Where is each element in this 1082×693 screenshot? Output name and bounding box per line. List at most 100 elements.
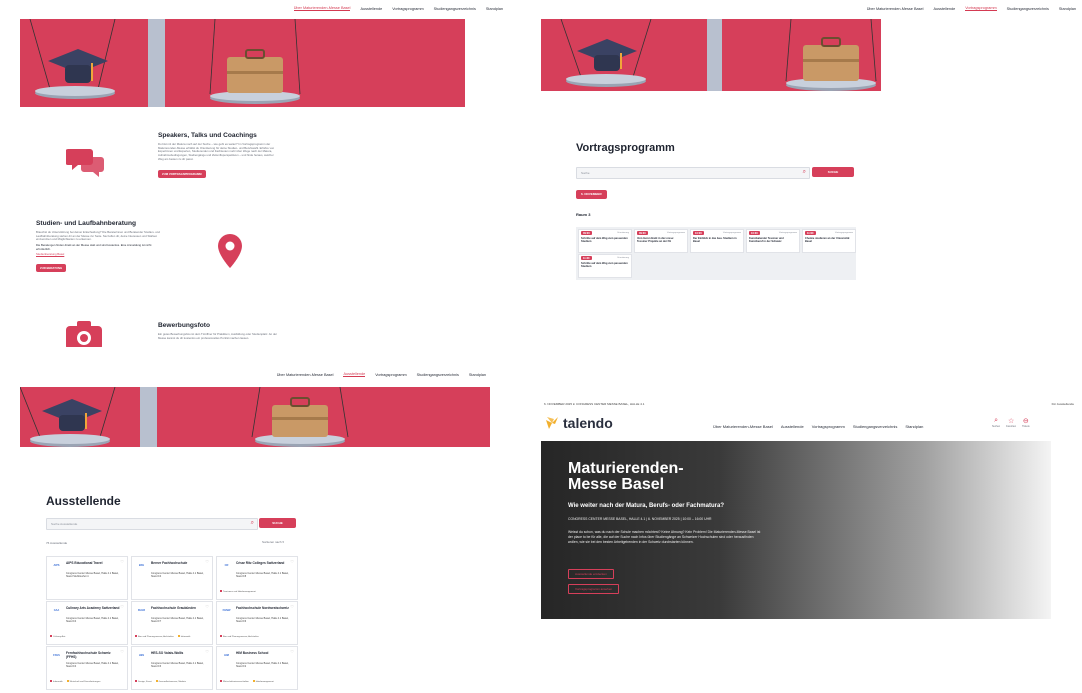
talk-card[interactable]: 09:00 Orientierung Schritte auf dem Weg zu… <box>578 229 632 253</box>
exhibitor-card[interactable]: ♡ AIPS AIPS Educational Travel Congress Cen… <box>46 556 128 600</box>
exhibitor-card[interactable]: ♡ HES HES-SO Valais-Wallis Congress Center … <box>131 646 213 690</box>
nav-item-about[interactable]: Über Maturierenden-Messe Basel <box>277 373 334 377</box>
exhibitor-card[interactable]: ♡ FFHS Fernfachhochschule Schweiz (FFHS) Co… <box>46 646 128 690</box>
talk-card[interactable]: 10:00 Vortragsprogramm Der Einblick in das… <box>690 229 744 253</box>
nav-item-about[interactable]: Über Maturierenden-Messe Basel <box>293 6 351 11</box>
talk-title: Schritte auf dem Weg zum passenden Studi… <box>581 262 628 269</box>
exhibitor-logo: FFHS <box>53 654 60 657</box>
nav-item-floorplan[interactable]: Standplan <box>469 373 486 377</box>
talk-time-badge: 09:00 <box>581 231 592 235</box>
exhibitor-address: Congress Center Messe Basel, Halle 4.1 B… <box>66 572 119 579</box>
nav-item-directory[interactable]: Studiengangsverzeichnis <box>417 373 459 377</box>
beratung-link[interactable]: Studienberatung Basel <box>36 252 160 256</box>
balance-scale-illustration <box>20 387 349 447</box>
talk-card[interactable]: 09:30 Vortragsprogramm Vom Geist direkt in… <box>634 229 688 253</box>
tickets-action[interactable]: ⊖ Tickets <box>1022 417 1029 428</box>
search-input[interactable]: Suche ⌕ <box>576 167 810 179</box>
exhibitor-link[interactable]: Für Ausstellende <box>1052 402 1074 406</box>
nav-item-floorplan[interactable]: Standplan <box>486 7 503 11</box>
talendo-logo[interactable]: talendo <box>545 415 613 431</box>
exhibitor-tag: Hotelmanagement <box>252 680 274 683</box>
search-placeholder: Suche <box>581 171 590 175</box>
favorite-heart-icon[interactable]: ♡ <box>120 559 124 564</box>
exhibitor-name: HES-SO Valais-Wallis <box>151 651 184 655</box>
exhibitor-card[interactable]: ♡ CR César Ritz Colleges Switzerland Congre… <box>216 556 298 600</box>
favorite-heart-icon[interactable]: ♡ <box>290 604 294 609</box>
favorites-action[interactable]: ☆ Favoriten <box>1006 417 1016 428</box>
nav-item-program[interactable]: Vortragsprogramm <box>812 424 845 429</box>
tickets-action-label: Tickets <box>1022 425 1030 428</box>
exhibitor-tag: Informatik <box>50 680 63 683</box>
exhibitor-card[interactable]: ♡ HIM HIM Business School Congress Center M… <box>216 646 298 690</box>
beratung-note: Die Beratungen finden direkt an der Mess… <box>36 243 152 251</box>
foto-text: Ein gutes Bewerbungsfoto ist dein Türöff… <box>158 332 277 340</box>
favorite-heart-icon[interactable]: ♡ <box>205 604 209 609</box>
search-button[interactable]: SUCHE <box>259 518 296 528</box>
nav-item-about[interactable]: Über Maturierenden-Messe Basel <box>713 424 773 429</box>
hero-banner <box>541 19 881 91</box>
favorite-heart-icon[interactable]: ♡ <box>120 649 124 654</box>
exhibitor-name: Fachhochschule Nordwestschweiz <box>236 606 289 610</box>
nav-item-exhibitors[interactable]: Ausstellende <box>343 372 366 377</box>
favorite-heart-icon[interactable]: ♡ <box>205 649 209 654</box>
nav-item-directory[interactable]: Studiengangsverzeichnis <box>434 7 476 11</box>
search-button[interactable]: SUCHE <box>812 167 854 177</box>
chat-icon <box>65 145 106 182</box>
exhibitor-tag-label: Bau und Planungswesen, Architektur <box>223 636 259 638</box>
talk-card[interactable]: 10:30 Vortragsprogramm Kunstkalender Tessi… <box>746 229 800 253</box>
date-filter-button[interactable]: 6. NOVEMBER <box>576 190 607 199</box>
talk-category: Vortragsprogramm <box>722 232 741 234</box>
exhibitor-logo: FHNW <box>222 609 231 612</box>
nav-item-floorplan[interactable]: Standplan <box>905 424 923 429</box>
talk-card[interactable]: 11:00 Vortragsprogramm Chemie studieren an… <box>802 229 856 253</box>
nav-item-directory[interactable]: Studiengangsverzeichnis <box>1007 7 1049 11</box>
talk-category: Orientierung <box>616 232 629 234</box>
sort-dropdown[interactable]: Sortieren nach ▾ <box>262 540 284 544</box>
talk-card[interactable]: 11:30 Orientierung Schritte auf dem Weg zu… <box>578 254 632 278</box>
exhibitor-address: Congress Center Messe Basel, Halle 4.1 B… <box>66 617 119 624</box>
exhibitor-name: AIPS Educational Travel <box>66 561 103 565</box>
search-icon: ⌕ <box>250 520 254 526</box>
talk-title: Kunstkalender Tessiner und Kunstberuf in… <box>749 237 784 244</box>
nav-item-program[interactable]: Vortragsprogramm <box>375 373 406 377</box>
exhibitor-tag-label: Informatik <box>53 681 63 683</box>
speakers-title: Speakers, Talks und Coachings <box>158 132 257 139</box>
location-pin-icon <box>218 234 242 273</box>
exhibitor-tag: Wirtschaftswissenschaften <box>220 680 249 683</box>
nav-item-directory[interactable]: Studiengangsverzeichnis <box>853 424 897 429</box>
talk-title: Chemie studieren an der Universität Base… <box>805 237 850 244</box>
favorite-heart-icon[interactable]: ♡ <box>205 559 209 564</box>
exhibitor-tags: Bau und Planungswesen, Architektur Inform… <box>135 624 209 642</box>
search-placeholder: Suche Ausstellende <box>51 522 78 526</box>
nav-item-about[interactable]: Über Maturierenden-Messe Basel <box>867 7 924 11</box>
nav-item-program[interactable]: Vortragsprogramm <box>965 6 997 11</box>
favorite-heart-icon[interactable]: ♡ <box>290 649 294 654</box>
speakers-text: Du bist mit der Matura noch auf der Such… <box>158 142 275 161</box>
talendo-logo-icon <box>546 417 558 429</box>
exhibitor-tag: Bau und Planungswesen, Architektur <box>220 635 259 638</box>
nav-item-exhibitors[interactable]: Ausstellende <box>933 7 955 11</box>
exhibitor-tag: Gesundheitswesen, Medizin <box>155 680 186 683</box>
program-cta-button[interactable]: Vortragsprogramm ansehen <box>568 584 620 594</box>
hero-subtitle: Wie weiter nach der Matura, Berufs- oder… <box>568 503 724 509</box>
speakers-button[interactable]: ZUM VORTRAGSPROGRAMM <box>158 169 206 178</box>
nav-item-exhibitors[interactable]: Ausstellende <box>360 7 382 11</box>
nav-item-program[interactable]: Vortragsprogramm <box>392 7 423 11</box>
nav-item-floorplan[interactable]: Standplan <box>1059 7 1076 11</box>
speakers-section: Speakers, Talks und Coachings Du bist mi… <box>158 132 278 180</box>
favorite-heart-icon[interactable]: ♡ <box>290 559 294 564</box>
exhibitors-cta-button[interactable]: Ausstellende entdecken <box>568 569 614 579</box>
search-action[interactable]: ⌕ Suchen <box>992 417 1000 428</box>
nav-item-exhibitors[interactable]: Ausstellende <box>781 424 804 429</box>
favorite-heart-icon[interactable]: ♡ <box>120 604 124 609</box>
exhibitor-card[interactable]: ♡ BFH Berner Fachhochschule Congress Center… <box>131 556 213 600</box>
balance-scale-illustration <box>29 19 301 107</box>
exhibitor-tag: Wirtschaft und Dienstleistungen <box>66 680 100 683</box>
exhibitor-card[interactable]: ♡ FHGR Fachhochschule Graubünden Congress C… <box>131 601 213 645</box>
exhibitor-card[interactable]: ♡ FHNW Fachhochschule Nordwestschweiz Congr… <box>216 601 298 645</box>
search-input[interactable]: Suche Ausstellende ⌕ <box>46 518 258 530</box>
foto-section: Bewerbungsfoto Ein gutes Bewerbungsfoto … <box>158 322 278 340</box>
panel-vortragsprogramm: Über Maturierenden-Messe Basel Ausstelle… <box>541 0 1082 347</box>
beratung-button[interactable]: ZUR BERATUNG <box>36 263 67 272</box>
exhibitor-card[interactable]: ♡ CAA Culinary Arts Academy Switzerland Con… <box>46 601 128 645</box>
